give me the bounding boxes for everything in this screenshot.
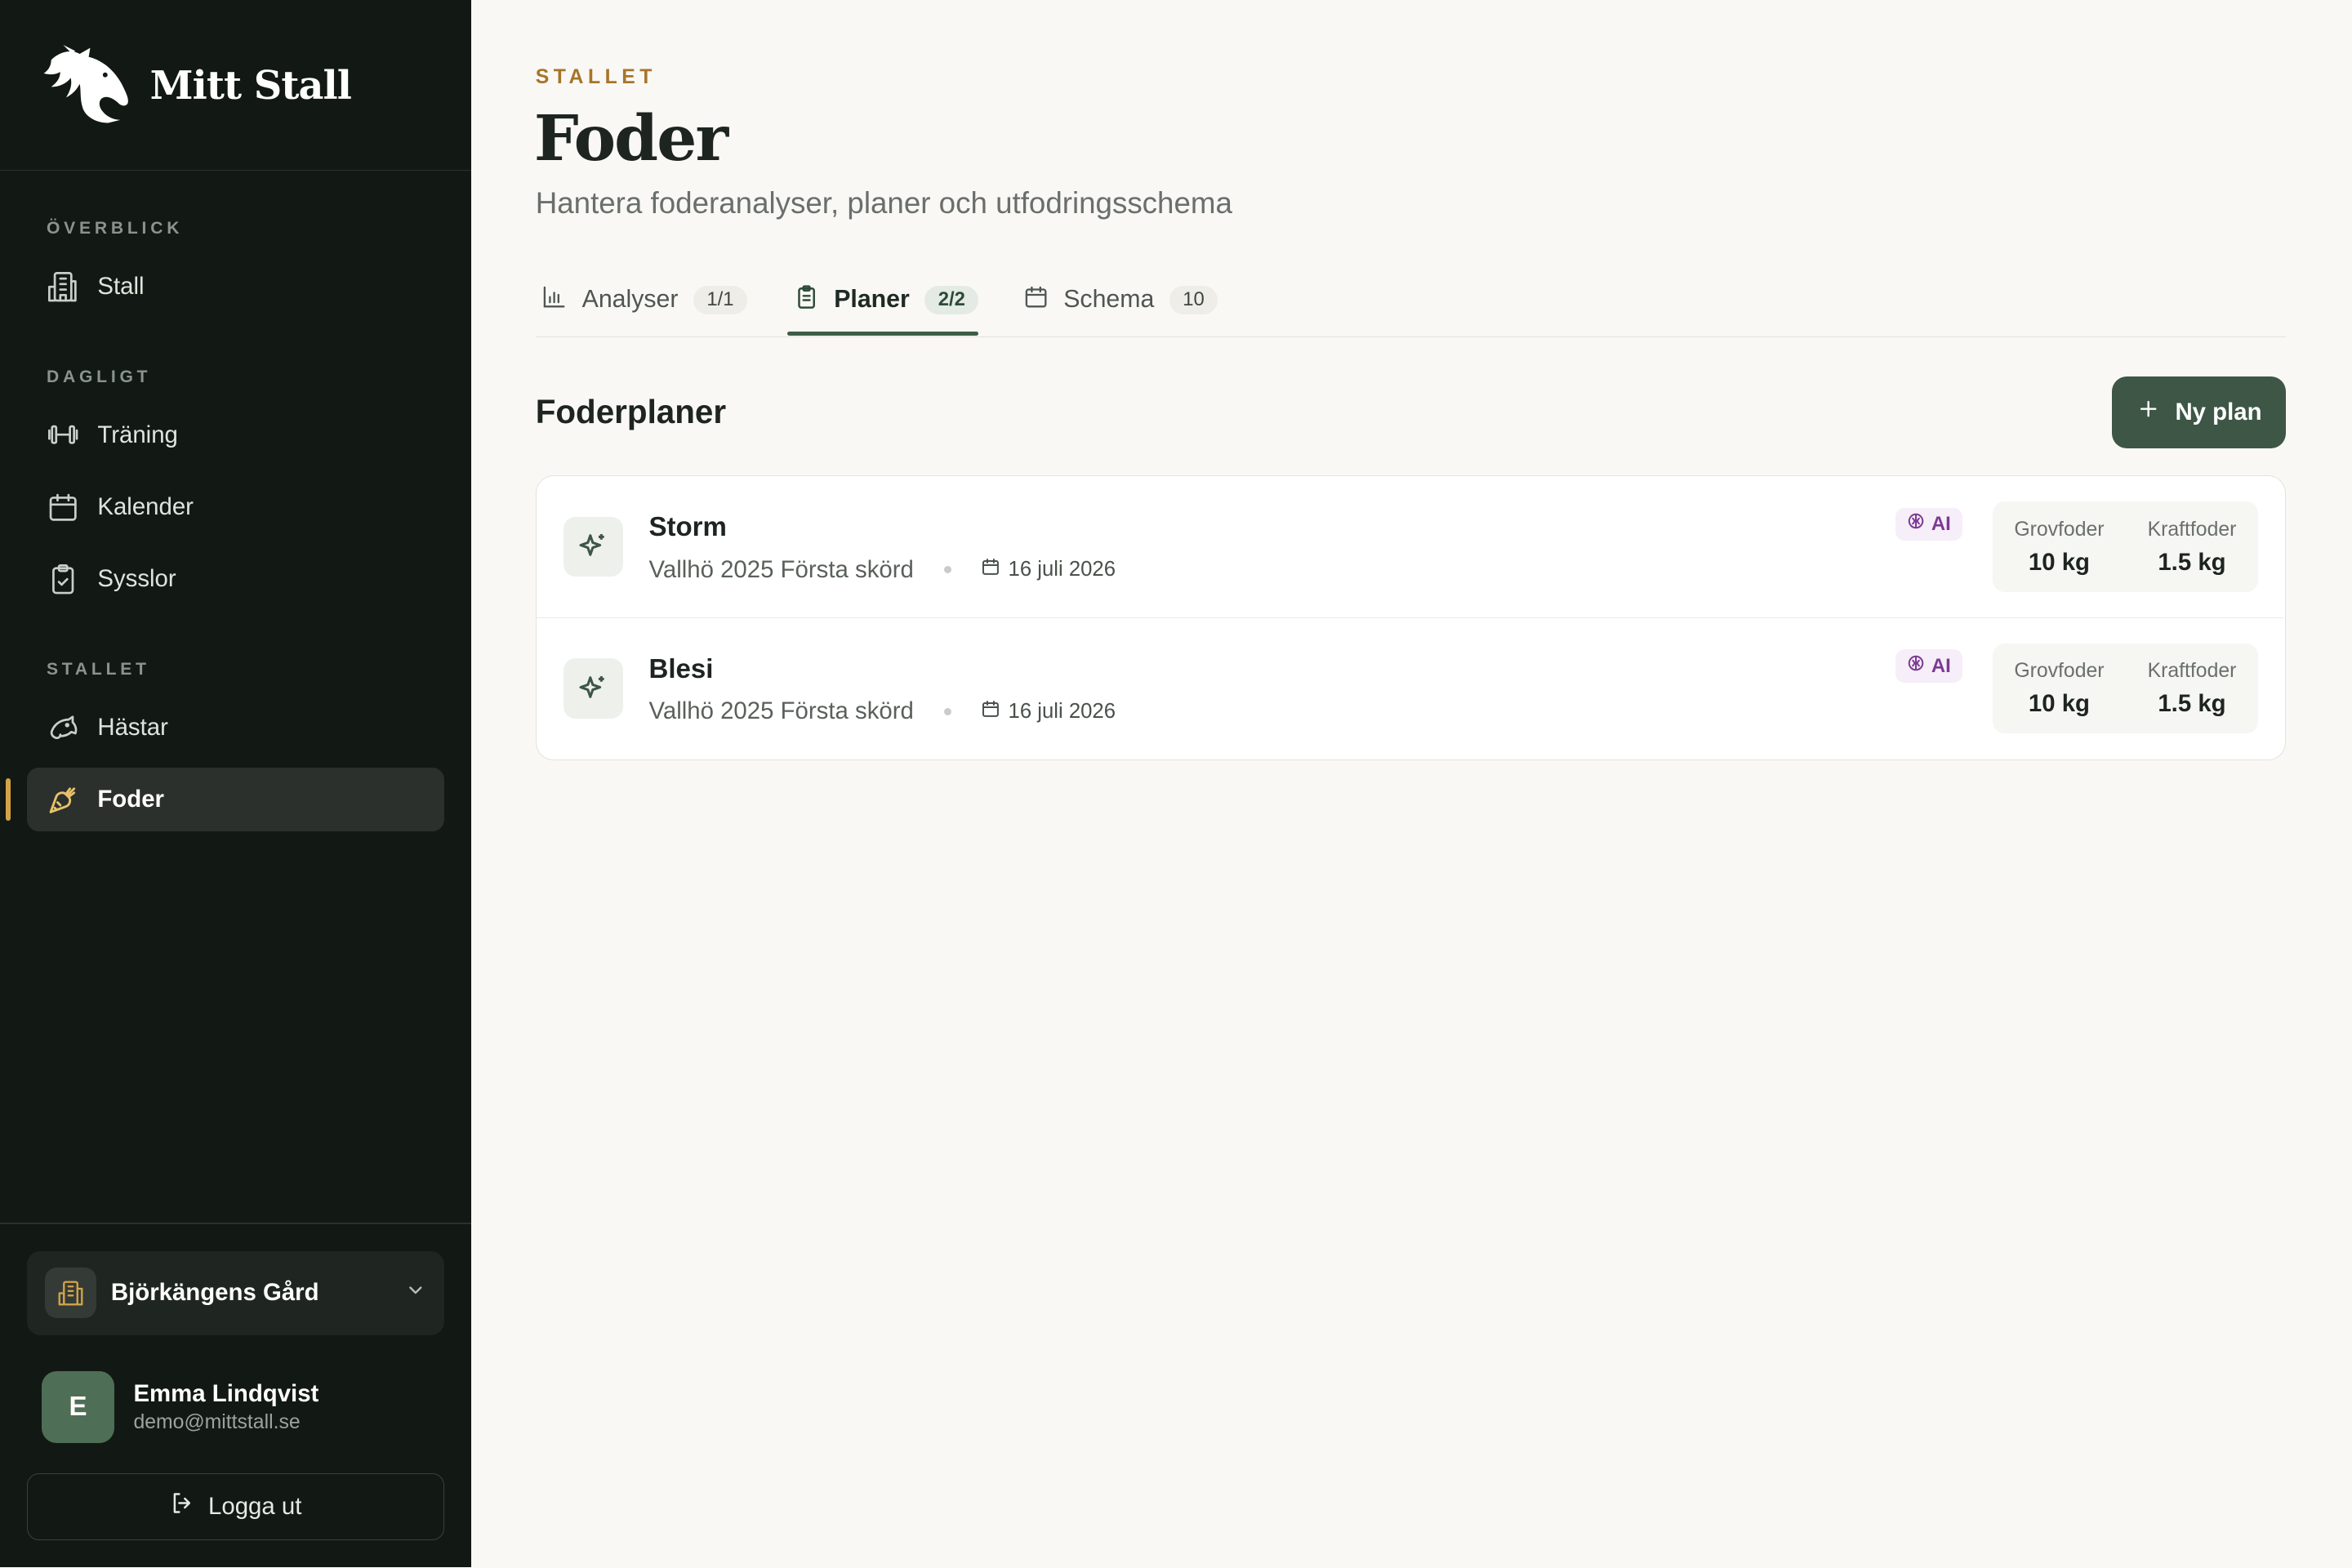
section-label-overblick: ÖVERBLICK — [46, 219, 184, 238]
app-root: Mitt Stall ÖVERBLICK Stall DAGLIGT Träni… — [0, 0, 2352, 1568]
plan-date: 16 juli 2026 — [1008, 699, 1116, 723]
sidebar-item-hastar[interactable]: Hästar — [27, 696, 444, 759]
section-label-stallet: STALLET — [46, 660, 150, 679]
horse-logo-icon — [43, 45, 128, 123]
plus-icon — [2136, 397, 2160, 427]
sidebar-item-traning[interactable]: Träning — [27, 403, 444, 466]
page-eyebrow: STALLET — [535, 65, 657, 88]
calendar-icon — [981, 557, 1000, 582]
tab-analyser[interactable]: Analyser 1/1 — [541, 264, 748, 336]
plan-hay: Vallhö 2025 Första skörd — [648, 555, 914, 583]
page-subtitle: Hantera foderanalyser, planer och utfodr… — [535, 185, 1232, 220]
stat-value: 10 kg — [2028, 548, 2090, 576]
section-label-dagligt: DAGLIGT — [46, 368, 152, 386]
plan-name: Blesi — [648, 653, 714, 684]
plan-row[interactable]: Storm Vallhö 2025 Första skörd 16 juli 2… — [537, 476, 2284, 617]
brand[interactable]: Mitt Stall — [39, 45, 352, 126]
sidebar-item-sysslor[interactable]: Sysslor — [27, 547, 444, 610]
farm-switcher[interactable]: Björkängens Gård — [27, 1250, 444, 1335]
stat-label: Kraftfoder — [2147, 660, 2237, 683]
tab-active-underline — [787, 331, 978, 336]
plan-row[interactable]: Blesi Vallhö 2025 Första skörd 16 juli 2… — [536, 617, 2284, 759]
user-profile[interactable]: E Emma Lindqvist demo@mittstall.se — [42, 1370, 319, 1443]
sidebar-item-label: Foder — [97, 785, 164, 813]
tab-bar: Analyser 1/1 Planer 2/2 Schema 10 — [535, 264, 2287, 338]
plan-stats: Grovfoder 10 kg Kraftfoder 1.5 kg — [1993, 501, 2259, 592]
plan-stats: Grovfoder 10 kg Kraftfoder 1.5 kg — [1993, 644, 2259, 734]
tab-label: Analyser — [581, 286, 679, 314]
new-plan-button[interactable]: Ny plan — [2112, 376, 2287, 449]
tab-count-badge: 10 — [1169, 285, 1218, 314]
logout-label: Logga ut — [208, 1492, 302, 1520]
sidebar-divider — [0, 1222, 471, 1224]
sidebar-divider — [0, 169, 471, 172]
stat-value: 1.5 kg — [2158, 548, 2226, 576]
active-indicator — [6, 778, 11, 821]
logout-button[interactable]: Logga ut — [27, 1472, 444, 1541]
calendar-icon — [47, 491, 79, 523]
plan-date: 16 juli 2026 — [1008, 558, 1116, 581]
clipboard-icon — [794, 284, 819, 316]
sidebar-item-label: Sysslor — [97, 564, 176, 592]
farm-building-icon — [45, 1267, 96, 1319]
sidebar: Mitt Stall ÖVERBLICK Stall DAGLIGT Träni… — [0, 0, 471, 1568]
tab-label: Planer — [834, 286, 910, 314]
avatar: E — [42, 1370, 114, 1443]
sparkles-icon — [563, 516, 624, 577]
tab-planer[interactable]: Planer 2/2 — [794, 264, 979, 336]
separator-dot — [943, 707, 951, 715]
carrot-icon — [47, 783, 79, 816]
sidebar-item-label: Träning — [97, 421, 178, 448]
tab-count-badge: 1/1 — [693, 285, 748, 314]
stat-label: Grovfoder — [2014, 660, 2105, 683]
sidebar-item-foder[interactable]: Foder — [27, 768, 444, 831]
brain-icon — [1907, 512, 1925, 536]
tab-count-badge: 2/2 — [924, 285, 979, 314]
user-name: Emma Lindqvist — [133, 1380, 319, 1407]
sidebar-item-stall[interactable]: Stall — [27, 255, 444, 318]
app-name: Mitt Stall — [149, 62, 352, 109]
ai-label: AI — [1931, 513, 1951, 535]
sidebar-item-kalender[interactable]: Kalender — [27, 475, 444, 538]
calendar-icon — [981, 699, 1000, 724]
farm-name: Björkängens Gård — [110, 1279, 319, 1307]
stat-label: Grovfoder — [2014, 518, 2105, 541]
tab-schema[interactable]: Schema 10 — [1023, 264, 1218, 336]
ai-badge: AI — [1895, 507, 1963, 541]
separator-dot — [943, 565, 951, 574]
bar-chart-icon — [541, 284, 567, 316]
stat-value: 10 kg — [2028, 690, 2090, 718]
user-email: demo@mittstall.se — [133, 1410, 301, 1433]
logout-icon — [169, 1490, 196, 1523]
sidebar-item-label: Hästar — [97, 713, 168, 741]
plan-hay: Vallhö 2025 Första skörd — [648, 697, 914, 725]
plan-name: Storm — [648, 512, 727, 543]
sidebar-item-label: Stall — [97, 272, 145, 300]
stat-value: 1.5 kg — [2158, 690, 2226, 718]
calendar-icon — [1023, 284, 1049, 316]
building-icon — [47, 270, 79, 303]
brain-icon — [1907, 654, 1925, 678]
section-title: Foderplaner — [535, 393, 727, 431]
plan-list: Storm Vallhö 2025 Första skörd 16 juli 2… — [535, 475, 2287, 761]
tab-label: Schema — [1063, 286, 1155, 314]
stat-label: Kraftfoder — [2147, 518, 2237, 541]
sparkles-icon — [563, 658, 624, 719]
clipboard-check-icon — [47, 563, 79, 595]
dumbbell-icon — [47, 418, 79, 451]
chevron-down-icon — [405, 1279, 426, 1307]
ai-label: AI — [1931, 654, 1951, 677]
sidebar-item-label: Kalender — [97, 492, 194, 520]
ai-badge: AI — [1895, 649, 1963, 683]
horse-icon — [47, 711, 79, 744]
new-plan-label: Ny plan — [2175, 399, 2262, 426]
page-title: Foder — [533, 101, 728, 176]
